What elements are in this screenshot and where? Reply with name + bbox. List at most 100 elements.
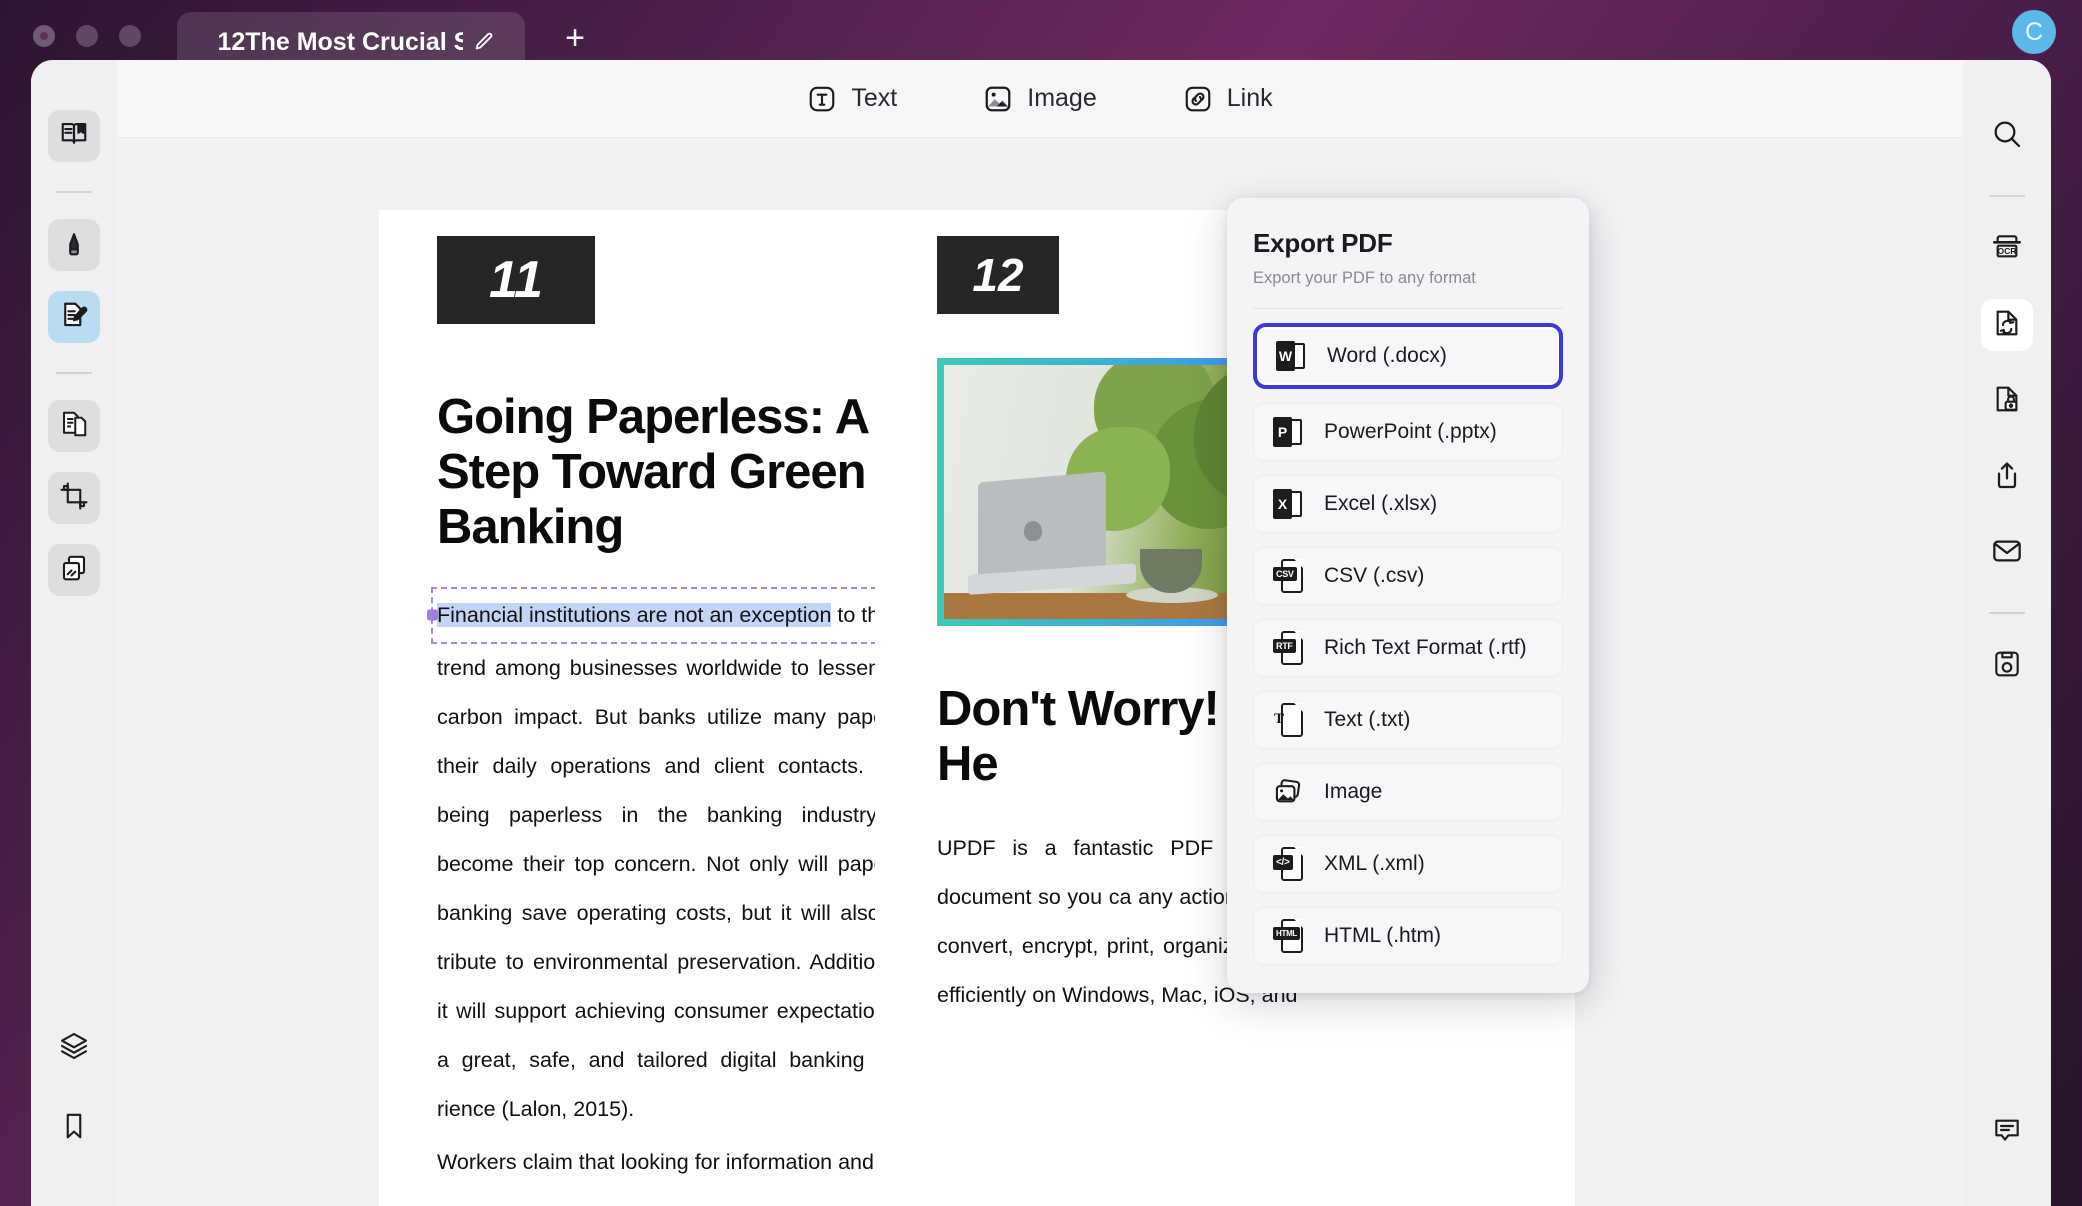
edit-toolbar: Text Image Link [117, 60, 1963, 138]
page-left-heading: Going Paperless: A Step Toward Green Ban… [437, 390, 868, 554]
html-file-icon: HTML [1272, 919, 1304, 953]
save-floppy-icon [1991, 648, 2023, 685]
tool-link[interactable]: Link [1183, 84, 1273, 114]
tool-image-label: Image [1027, 84, 1097, 112]
layers-icon [58, 1030, 90, 1067]
link-icon [1183, 84, 1213, 114]
tool-text-label: Text [851, 84, 898, 112]
sidebar-item-edit-pdf[interactable] [48, 291, 100, 343]
right-item-search[interactable] [1981, 110, 2033, 162]
ppt-file-icon: P [1272, 415, 1304, 449]
export-option-text[interactable]: T Text (.txt) [1253, 691, 1563, 749]
tool-text[interactable]: Text [807, 84, 897, 114]
txt-file-icon: T [1272, 703, 1304, 737]
word-file-icon: W [1275, 339, 1307, 373]
right-item-ocr[interactable]: OCR [1981, 223, 2033, 275]
organize-pages-icon [59, 409, 89, 444]
right-item-save[interactable] [1981, 640, 2033, 692]
export-option-rtf-label: Rich Text Format (.rtf) [1324, 636, 1527, 659]
ocr-icon: OCR [1991, 231, 2023, 268]
right-item-comment[interactable] [1981, 1106, 2033, 1158]
page-left-body-text: trend among businesses worldwide to less… [437, 655, 931, 1121]
export-option-text-label: Text (.txt) [1324, 708, 1411, 731]
sidebar-item-annotate[interactable] [48, 219, 100, 271]
traffic-lights[interactable] [33, 25, 141, 47]
email-envelope-icon [1991, 535, 2023, 572]
chapter-number-right: 12 [937, 236, 1059, 314]
right-toolbar: OCR [1963, 60, 2051, 1206]
excel-file-icon: X [1272, 487, 1304, 521]
selection-handle-left[interactable] [427, 609, 438, 621]
export-option-html-label: HTML (.htm) [1324, 924, 1442, 947]
edit-document-icon [59, 300, 89, 335]
export-panel-divider [1253, 308, 1563, 309]
export-option-image[interactable]: Image [1253, 763, 1563, 821]
tool-link-label: Link [1226, 84, 1273, 112]
export-option-image-label: Image [1324, 780, 1383, 803]
right-rail-divider-2 [1989, 612, 2025, 614]
minimize-window-button[interactable] [76, 25, 98, 47]
sidebar-item-organize-pages[interactable] [48, 400, 100, 452]
right-item-protect[interactable] [1981, 375, 2033, 427]
share-upload-icon [1991, 459, 2023, 496]
close-window-button[interactable] [33, 25, 55, 47]
image-file-icon [1272, 775, 1304, 809]
text-box-icon [807, 84, 837, 114]
selected-text-block[interactable]: Financial institutions are not an except… [427, 586, 941, 644]
bookmark-icon [59, 1111, 89, 1146]
chapter-number-left: 11 [437, 236, 595, 324]
crop-page-icon [59, 481, 89, 516]
pencil-icon[interactable] [473, 31, 495, 53]
left-toolbar [31, 60, 117, 1206]
export-option-xml-label: XML (.xml) [1324, 852, 1425, 875]
sidebar-item-layers[interactable] [48, 1022, 100, 1074]
maximize-window-button[interactable] [119, 25, 141, 47]
convert-pdf-icon [1991, 307, 2023, 344]
xml-file-icon: </> [1272, 847, 1304, 881]
sidebar-item-reader[interactable] [48, 110, 100, 162]
protect-lock-icon [1991, 383, 2023, 420]
app-window: Text Image Link 11 Going Paperless: A St… [31, 60, 2051, 1206]
main-area: Text Image Link 11 Going Paperless: A St… [117, 60, 1963, 1206]
export-option-word-label: Word (.docx) [1327, 344, 1447, 367]
image-icon [983, 84, 1013, 114]
svg-text:OCR: OCR [1998, 246, 2017, 256]
document-tab-title: 12The Most Crucial Strateg [217, 27, 463, 56]
export-panel-subtitle: Export your PDF to any format [1253, 269, 1476, 287]
export-option-rtf[interactable]: RTF Rich Text Format (.rtf) [1253, 619, 1563, 677]
reader-book-icon [59, 119, 89, 154]
csv-file-icon: CSV [1272, 559, 1304, 593]
export-option-csv-label: CSV (.csv) [1324, 564, 1425, 587]
avatar[interactable]: C [2012, 10, 2056, 54]
right-item-convert[interactable] [1981, 299, 2033, 351]
right-item-share[interactable] [1981, 451, 2033, 503]
export-option-csv[interactable]: CSV CSV (.csv) [1253, 547, 1563, 605]
right-rail-divider-1 [1989, 195, 2025, 197]
right-item-email[interactable] [1981, 527, 2033, 579]
highlighter-icon [59, 228, 89, 263]
comment-icon [1991, 1114, 2023, 1151]
sidebar-item-bookmark[interactable] [48, 1102, 100, 1154]
compare-pages-icon [59, 553, 89, 588]
export-panel-title: Export PDF [1253, 228, 1393, 258]
rtf-file-icon: RTF [1272, 631, 1304, 665]
document-canvas[interactable]: 11 Going Paperless: A Step Toward Green … [117, 138, 1963, 1206]
export-option-excel[interactable]: X Excel (.xlsx) [1253, 475, 1563, 533]
export-option-powerpoint[interactable]: P PowerPoint (.pptx) [1253, 403, 1563, 461]
highlighted-text: Financial institutions are not an except… [437, 602, 832, 627]
sidebar-item-crop-page[interactable] [48, 472, 100, 524]
search-icon [1991, 118, 2023, 155]
page-left-paragraph-two: Workers claim that looking for informati… [437, 1149, 874, 1174]
export-option-powerpoint-label: PowerPoint (.pptx) [1324, 420, 1497, 443]
export-option-excel-label: Excel (.xlsx) [1324, 492, 1438, 515]
export-pdf-panel[interactable]: Export PDF Export your PDF to any format… [1227, 198, 1589, 993]
export-option-xml[interactable]: </> XML (.xml) [1253, 835, 1563, 893]
rail-divider-1 [56, 191, 92, 193]
page-left-paragraph[interactable]: Financial institutions are not an except… [427, 586, 941, 1134]
export-option-html[interactable]: HTML HTML (.htm) [1253, 907, 1563, 965]
rail-divider-2 [56, 372, 92, 374]
sidebar-item-compare[interactable] [48, 544, 100, 596]
tool-image[interactable]: Image [983, 84, 1097, 114]
export-option-word[interactable]: W Word (.docx) [1253, 323, 1563, 389]
new-tab-button[interactable]: + [555, 21, 595, 55]
